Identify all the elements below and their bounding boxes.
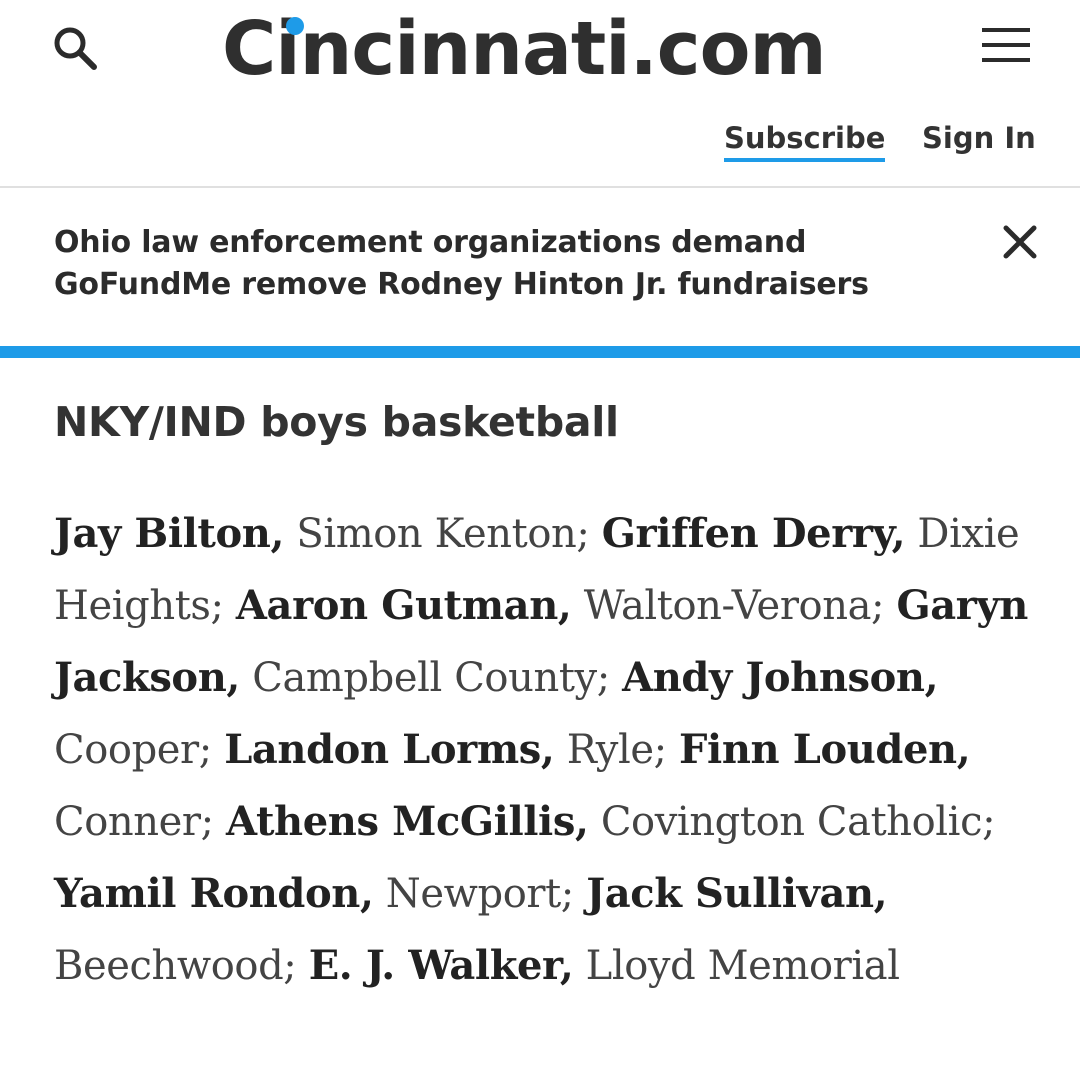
player-school: Beechwood; [54, 943, 297, 989]
player-name: Jack Sullivan, [586, 870, 888, 917]
player-school: Walton-Verona; [583, 583, 885, 629]
player-school: Covington Catholic; [600, 799, 996, 845]
player-name: Finn Louden, [679, 726, 971, 773]
player-name: Landon Lorms, [224, 726, 555, 773]
player-school: Lloyd Memorial [585, 943, 900, 989]
player-name: Jay Bilton, [54, 510, 284, 557]
player-name: Athens McGillis, [226, 798, 589, 845]
subscribe-link[interactable]: Subscribe [724, 120, 886, 162]
player-list: Jay Bilton, Simon Kenton; Griffen Derry,… [54, 498, 1054, 1002]
player-school: Newport; [385, 871, 574, 917]
close-icon [1003, 225, 1037, 259]
sign-in-link[interactable]: Sign In [922, 120, 1036, 156]
player-name: Yamil Rondon, [54, 870, 374, 917]
section-title: NKY/IND boys basketball [54, 398, 619, 446]
banner-close-button[interactable] [996, 218, 1044, 266]
player-school: Simon Kenton; [296, 511, 590, 557]
site-header: Cincinnati.com Subscribe Sign In [0, 0, 1080, 188]
player-name: E. J. Walker, [308, 942, 574, 989]
breaking-news-headline[interactable]: Ohio law enforcement organizations deman… [54, 222, 954, 306]
player-name: Griffen Derry, [601, 510, 906, 557]
hamburger-menu-icon [982, 28, 1030, 62]
player-school: Campbell County; [252, 655, 610, 701]
site-logo[interactable]: Cincinnati.com [222, 4, 862, 94]
player-name: Aaron Gutman, [235, 582, 572, 629]
player-school: Conner; [54, 799, 214, 845]
logo-text: Cincinnati.com [222, 6, 827, 92]
search-icon [54, 27, 97, 70]
search-button[interactable] [48, 22, 100, 74]
player-name: Andy Johnson, [622, 654, 939, 701]
player-school: Ryle; [566, 727, 667, 773]
player-school: Cooper; [54, 727, 212, 773]
logo-dot [286, 17, 304, 35]
accent-bar [0, 346, 1080, 358]
menu-button[interactable] [980, 24, 1032, 66]
